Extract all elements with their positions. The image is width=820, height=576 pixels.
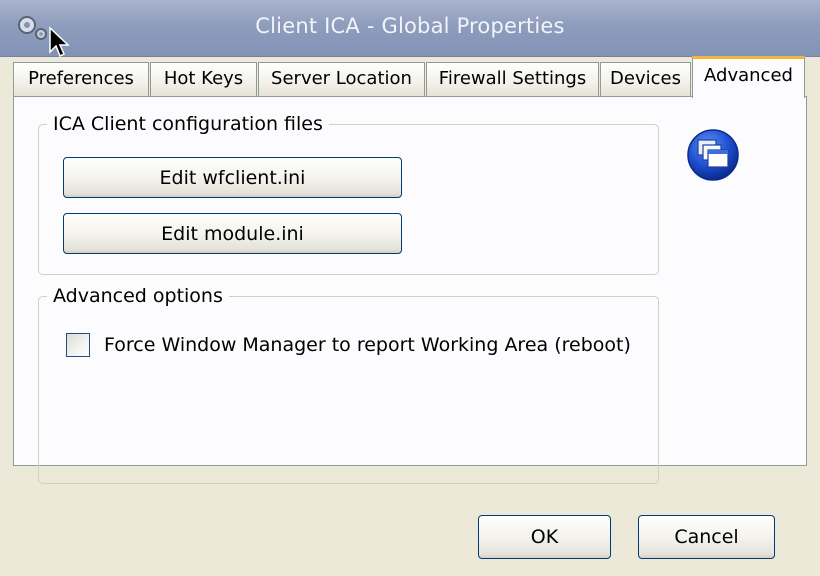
advanced-tab-panel: ICA Client configuration files Edit wfcl… [13, 96, 807, 484]
config-files-group: ICA Client configuration files Edit wfcl… [38, 113, 659, 275]
windows-stack-icon [687, 129, 739, 181]
window-title: Client ICA - Global Properties [255, 14, 565, 38]
tab-devices[interactable]: Devices [600, 62, 691, 96]
advanced-options-group: Advanced options Force Window Manager to… [38, 285, 659, 484]
config-files-group-title: ICA Client configuration files [47, 113, 329, 135]
edit-module-button[interactable]: Edit module.ini [63, 213, 402, 254]
tab-preferences[interactable]: Preferences [13, 62, 149, 96]
force-window-manager-checkbox[interactable] [66, 333, 90, 357]
advanced-options-group-title: Advanced options [47, 285, 229, 307]
tab-hot-keys[interactable]: Hot Keys [150, 62, 257, 96]
tab-strip: Preferences Hot Keys Server Location Fir… [13, 56, 813, 98]
tab-firewall-settings[interactable]: Firewall Settings [426, 62, 599, 96]
cancel-button[interactable]: Cancel [638, 515, 775, 559]
tab-advanced[interactable]: Advanced [692, 56, 805, 98]
force-window-manager-label[interactable]: Force Window Manager to report Working A… [104, 333, 631, 357]
edit-wfclient-button[interactable]: Edit wfclient.ini [63, 157, 402, 198]
title-bar[interactable]: Client ICA - Global Properties [0, 0, 820, 58]
mouse-cursor-icon [49, 26, 70, 58]
tab-server-location[interactable]: Server Location [258, 62, 425, 96]
ok-button[interactable]: OK [478, 515, 611, 559]
